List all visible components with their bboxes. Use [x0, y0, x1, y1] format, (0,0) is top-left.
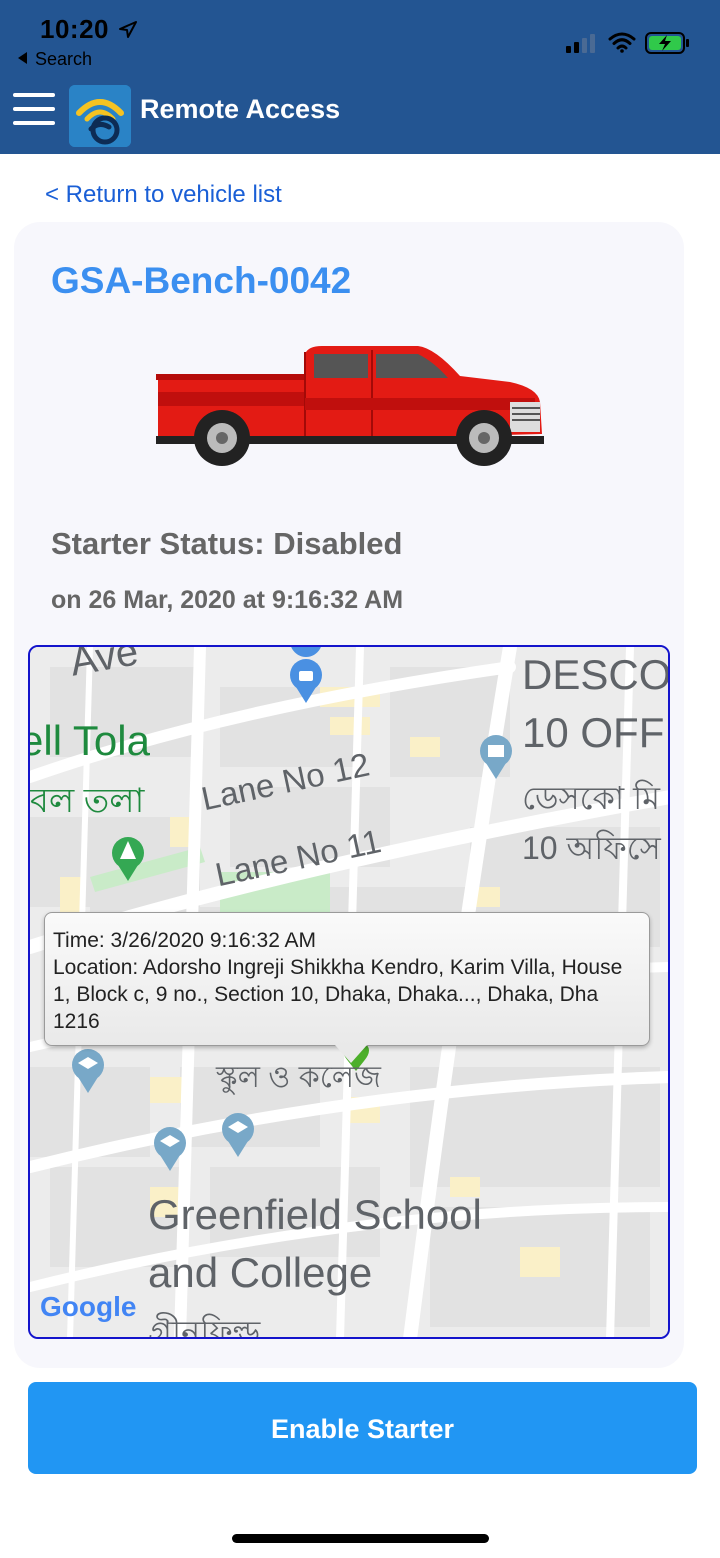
status-bar: 10:20 Search	[0, 0, 720, 76]
vehicle-name: GSA-Bench-0042	[51, 260, 352, 301]
location-arrow-icon	[119, 21, 137, 38]
map-label-tola-bn: বল তলা	[30, 782, 145, 820]
info-window-pointer	[335, 1045, 367, 1063]
enable-starter-button[interactable]: Enable Starter	[28, 1382, 697, 1474]
google-logo: Google	[40, 1291, 137, 1322]
map-label-greenfield: Greenfield School	[148, 1191, 482, 1238]
map-label-desco-office-bn: 10 অফিসে	[522, 830, 661, 866]
map-label-tola: ell Tola	[28, 717, 150, 764]
app-logo-icon	[69, 85, 131, 147]
map-label-desco-bn: ডেসকো মি	[522, 780, 661, 816]
starter-status: Starter Status: Disabled	[51, 526, 403, 561]
return-to-vehicle-list-link[interactable]: < Return to vehicle list	[45, 181, 282, 209]
info-time: Time: 3/26/2020 9:16:32 AM	[53, 929, 317, 952]
wifi-icon	[608, 32, 636, 53]
hamburger-menu-icon[interactable]	[13, 93, 55, 127]
back-label: Search	[35, 49, 93, 69]
map-label-desco-office: 10 OFF	[522, 709, 665, 756]
map-label-college: and College	[148, 1249, 373, 1296]
back-triangle-icon	[18, 52, 27, 64]
map-info-window: Time: 3/26/2020 9:16:32 AM Location: Ado…	[44, 912, 650, 1063]
signal-icon	[566, 34, 595, 53]
battery-charging-icon	[645, 32, 689, 54]
app-title: Remote Access	[140, 94, 341, 124]
info-location: Location: Adorsho Ingreji Shikkha Kendro…	[53, 956, 623, 1033]
map-label-greenfield-bn: গ্রীনফিল্ড	[148, 1314, 261, 1339]
map-label-desco: DESCO	[522, 651, 670, 698]
vehicle-image	[156, 346, 544, 466]
status-time: 10:20	[40, 14, 109, 44]
back-to-search[interactable]: Search	[18, 49, 92, 70]
status-timestamp: on 26 Mar, 2020 at 9:16:32 AM	[51, 586, 404, 614]
home-indicator	[232, 1534, 489, 1543]
info-window-text: Time: 3/26/2020 9:16:32 AM Location: Ado…	[53, 927, 643, 1035]
